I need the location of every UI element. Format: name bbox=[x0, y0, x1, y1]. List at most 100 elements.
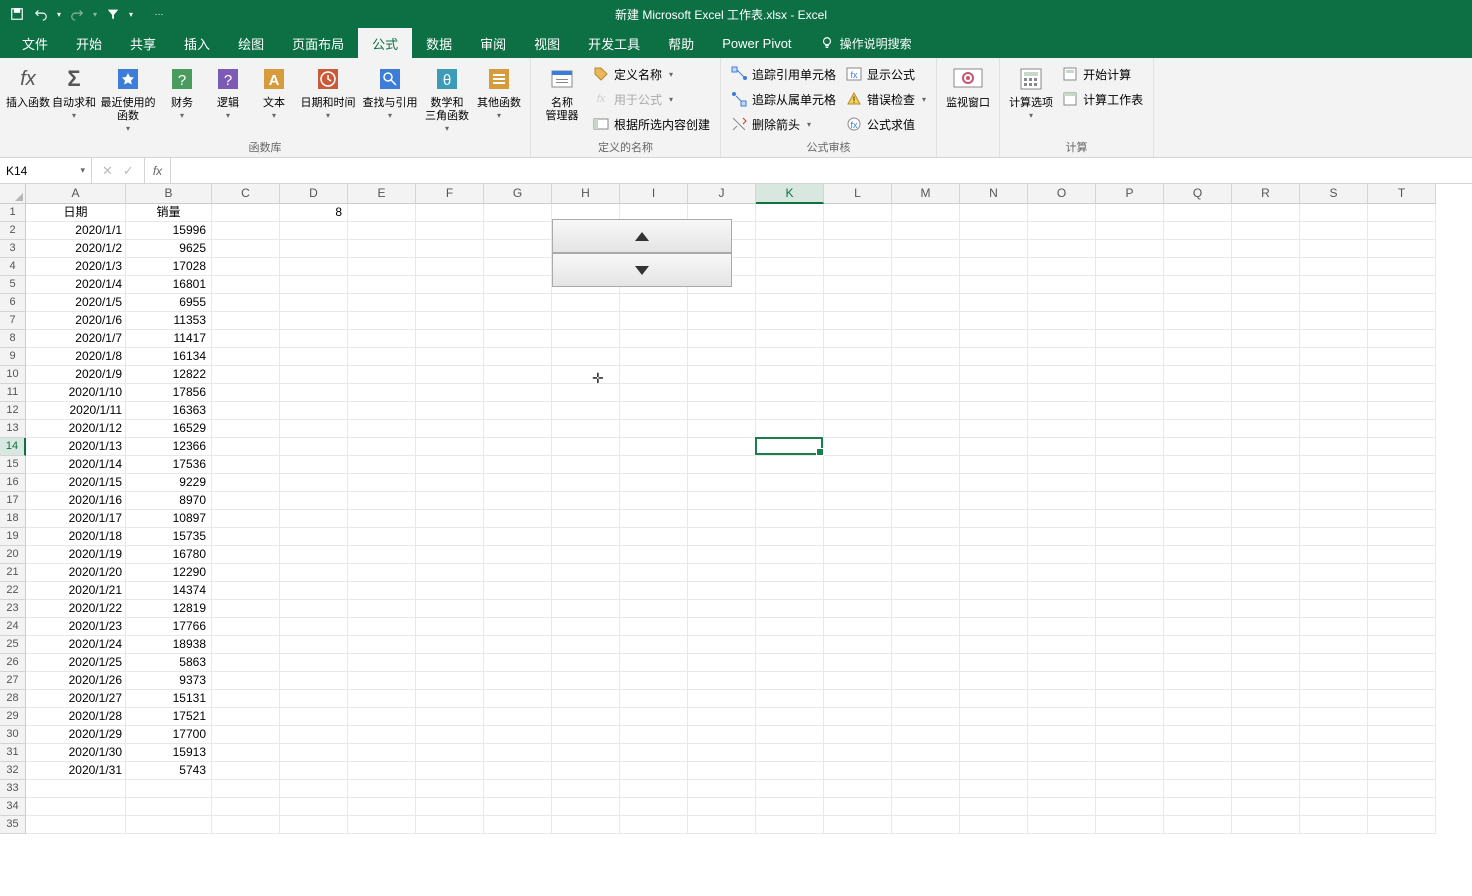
tab-绘图[interactable]: 绘图 bbox=[224, 28, 278, 58]
cell[interactable] bbox=[688, 816, 756, 834]
cell[interactable] bbox=[688, 294, 756, 312]
cell[interactable] bbox=[416, 654, 484, 672]
cell[interactable] bbox=[756, 780, 824, 798]
cell[interactable] bbox=[552, 654, 620, 672]
cell[interactable] bbox=[484, 492, 552, 510]
cell[interactable] bbox=[552, 816, 620, 834]
cell[interactable] bbox=[960, 618, 1028, 636]
cell[interactable] bbox=[552, 312, 620, 330]
cell[interactable]: 2020/1/27 bbox=[26, 690, 126, 708]
cell[interactable] bbox=[552, 438, 620, 456]
cell[interactable] bbox=[620, 636, 688, 654]
cell[interactable] bbox=[212, 258, 280, 276]
cell[interactable]: 10897 bbox=[126, 510, 212, 528]
cell[interactable] bbox=[1368, 222, 1436, 240]
cell[interactable] bbox=[212, 240, 280, 258]
cell[interactable] bbox=[688, 672, 756, 690]
cell[interactable] bbox=[756, 366, 824, 384]
row-header[interactable]: 18 bbox=[0, 510, 26, 528]
cell[interactable] bbox=[960, 204, 1028, 222]
cell[interactable] bbox=[552, 510, 620, 528]
cell[interactable] bbox=[280, 330, 348, 348]
column-header[interactable]: E bbox=[348, 184, 416, 204]
cell[interactable]: 2020/1/14 bbox=[26, 456, 126, 474]
cell[interactable] bbox=[1232, 366, 1300, 384]
cell[interactable] bbox=[552, 456, 620, 474]
cell[interactable] bbox=[892, 240, 960, 258]
cell[interactable] bbox=[688, 546, 756, 564]
cell[interactable] bbox=[212, 708, 280, 726]
cell[interactable] bbox=[1232, 690, 1300, 708]
row-header[interactable]: 26 bbox=[0, 654, 26, 672]
cell[interactable] bbox=[1368, 294, 1436, 312]
cell[interactable] bbox=[1164, 420, 1232, 438]
cell[interactable] bbox=[280, 240, 348, 258]
cell[interactable] bbox=[1300, 582, 1368, 600]
cell[interactable]: 2020/1/24 bbox=[26, 636, 126, 654]
cell[interactable] bbox=[280, 222, 348, 240]
cell[interactable] bbox=[960, 258, 1028, 276]
cell[interactable]: 17856 bbox=[126, 384, 212, 402]
cell[interactable] bbox=[620, 312, 688, 330]
cell[interactable] bbox=[1096, 780, 1164, 798]
cell[interactable] bbox=[756, 600, 824, 618]
cell[interactable] bbox=[1232, 600, 1300, 618]
cell[interactable] bbox=[756, 726, 824, 744]
lookup-ref-button[interactable]: 查找与引用▾ bbox=[360, 61, 420, 120]
cell[interactable] bbox=[280, 456, 348, 474]
row-header[interactable]: 11 bbox=[0, 384, 26, 402]
cell[interactable] bbox=[1164, 816, 1232, 834]
cell[interactable]: 9373 bbox=[126, 672, 212, 690]
cell[interactable] bbox=[756, 276, 824, 294]
cell[interactable] bbox=[1096, 348, 1164, 366]
row-header[interactable]: 1 bbox=[0, 204, 26, 222]
cell[interactable] bbox=[1232, 672, 1300, 690]
cell[interactable] bbox=[960, 726, 1028, 744]
cell[interactable] bbox=[416, 438, 484, 456]
cell[interactable]: 14374 bbox=[126, 582, 212, 600]
cell[interactable] bbox=[552, 708, 620, 726]
calculate-sheet-button[interactable]: 计算工作表 bbox=[1058, 88, 1147, 110]
cell[interactable]: 2020/1/23 bbox=[26, 618, 126, 636]
cell[interactable] bbox=[280, 384, 348, 402]
cell[interactable] bbox=[484, 222, 552, 240]
cell[interactable] bbox=[1028, 708, 1096, 726]
create-from-selection-button[interactable]: 根据所选内容创建 bbox=[589, 113, 714, 135]
autosum-button[interactable]: Σ 自动求和▾ bbox=[52, 61, 96, 120]
cell[interactable]: 2020/1/15 bbox=[26, 474, 126, 492]
cell[interactable] bbox=[1368, 744, 1436, 762]
cell[interactable] bbox=[824, 348, 892, 366]
cell[interactable] bbox=[824, 600, 892, 618]
cell[interactable] bbox=[892, 762, 960, 780]
cell[interactable] bbox=[892, 654, 960, 672]
cell[interactable] bbox=[552, 618, 620, 636]
cell[interactable] bbox=[280, 564, 348, 582]
row-header[interactable]: 22 bbox=[0, 582, 26, 600]
name-box-input[interactable] bbox=[6, 164, 66, 178]
cell[interactable] bbox=[1232, 564, 1300, 582]
cell[interactable] bbox=[824, 726, 892, 744]
cell[interactable] bbox=[416, 672, 484, 690]
cell[interactable] bbox=[1028, 258, 1096, 276]
cell[interactable] bbox=[348, 546, 416, 564]
cell[interactable] bbox=[484, 456, 552, 474]
cell[interactable] bbox=[212, 402, 280, 420]
cell[interactable] bbox=[1096, 510, 1164, 528]
cell[interactable] bbox=[824, 564, 892, 582]
name-box[interactable]: ▾ bbox=[0, 158, 92, 183]
cell[interactable] bbox=[416, 276, 484, 294]
cell[interactable] bbox=[756, 438, 824, 456]
cell[interactable] bbox=[280, 546, 348, 564]
cell[interactable] bbox=[756, 798, 824, 816]
formula-bar[interactable] bbox=[171, 158, 1472, 183]
cell[interactable]: 销量 bbox=[126, 204, 212, 222]
cell[interactable] bbox=[892, 294, 960, 312]
cell[interactable] bbox=[960, 366, 1028, 384]
cell[interactable]: 5743 bbox=[126, 762, 212, 780]
cell[interactable] bbox=[1368, 672, 1436, 690]
cell[interactable] bbox=[1096, 690, 1164, 708]
cell[interactable] bbox=[824, 276, 892, 294]
cell[interactable] bbox=[1368, 492, 1436, 510]
cell[interactable] bbox=[688, 474, 756, 492]
cell[interactable] bbox=[892, 528, 960, 546]
